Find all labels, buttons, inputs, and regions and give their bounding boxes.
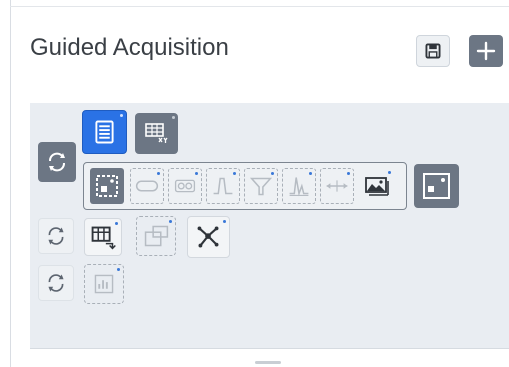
refresh-icon [49,152,65,172]
bar-chart-button[interactable] [84,264,124,304]
status-dot [117,268,120,271]
status-dot [169,220,172,223]
picture-button[interactable] [360,168,394,204]
refresh-icon [48,227,64,245]
peak-button[interactable] [282,168,316,204]
status-dot [157,172,160,175]
refresh-icon [48,274,64,292]
image-target-icon [96,175,118,197]
filter-button[interactable] [244,168,278,204]
refresh-button-row-3[interactable] [38,265,74,301]
status-dot [309,172,312,175]
document-list-icon [95,120,114,144]
floppy-disk-icon [425,43,441,59]
axis-arrows-button[interactable] [320,168,354,204]
network-node-button[interactable] [187,216,230,258]
panel-divider [10,6,509,7]
status-dot [120,114,123,117]
status-dot [115,222,118,225]
panel-border [10,0,11,367]
waveform-button[interactable] [206,168,240,204]
status-dot [271,172,274,175]
status-dot [347,172,350,175]
add-button[interactable] [469,35,503,67]
image-target-output-button[interactable] [414,164,459,208]
refresh-button-row-2[interactable] [38,218,74,254]
plus-icon [476,41,496,61]
refresh-button-row-1[interactable] [38,142,76,182]
status-dot [388,171,391,174]
network-node-icon [197,226,219,248]
status-dot [195,172,198,175]
image-target-icon [423,173,450,199]
acquisition-chain [83,162,407,210]
status-dot [223,220,226,223]
document-list-button[interactable] [82,110,127,154]
canvas-divider [30,348,509,349]
status-dot [172,116,175,119]
grid-transfer-button[interactable] [84,218,122,256]
overlay-squares-button[interactable] [136,216,176,256]
status-dot [233,172,236,175]
pill-button[interactable] [130,168,164,204]
link-button[interactable] [168,168,202,204]
grid-xy-icon [145,123,168,143]
grid-xy-button[interactable] [135,113,178,154]
image-target-button[interactable] [90,168,124,204]
panel-title: Guided Acquisition [30,34,229,61]
save-button[interactable] [416,35,450,67]
resize-handle[interactable] [255,361,281,364]
